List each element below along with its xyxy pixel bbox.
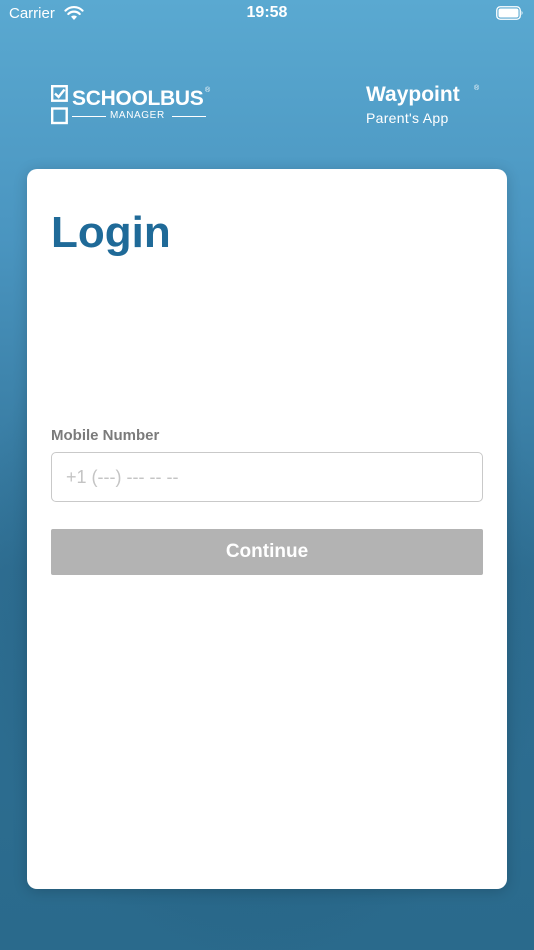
logo-parents-app-text: Parent's App — [366, 110, 449, 126]
page-title: Login — [51, 208, 171, 257]
status-bar: Carrier 19:58 — [0, 0, 534, 28]
checkbox-icon — [51, 85, 68, 125]
mobile-number-label: Mobile Number — [51, 427, 160, 444]
logo-registered-mark: ® — [205, 87, 211, 94]
logo-schoolbus-text: SCHOOLBUS — [72, 87, 204, 110]
mobile-number-input[interactable] — [51, 452, 483, 502]
battery-icon — [496, 6, 523, 20]
logo-registered-mark: ® — [474, 85, 480, 92]
logo-divider-right — [172, 116, 206, 117]
schoolbus-manager-logo: SCHOOLBUS ® MANAGER — [51, 85, 221, 127]
continue-button[interactable]: Continue — [51, 529, 483, 575]
waypoint-logo: Waypoint ® Parent's App — [364, 82, 484, 128]
logo-manager-text: MANAGER — [110, 110, 165, 121]
logo-divider-left — [72, 116, 106, 117]
status-time: 19:58 — [246, 4, 288, 21]
logo-waypoint-text: Waypoint — [366, 83, 460, 106]
login-card: Login Mobile Number Continue — [27, 169, 507, 889]
